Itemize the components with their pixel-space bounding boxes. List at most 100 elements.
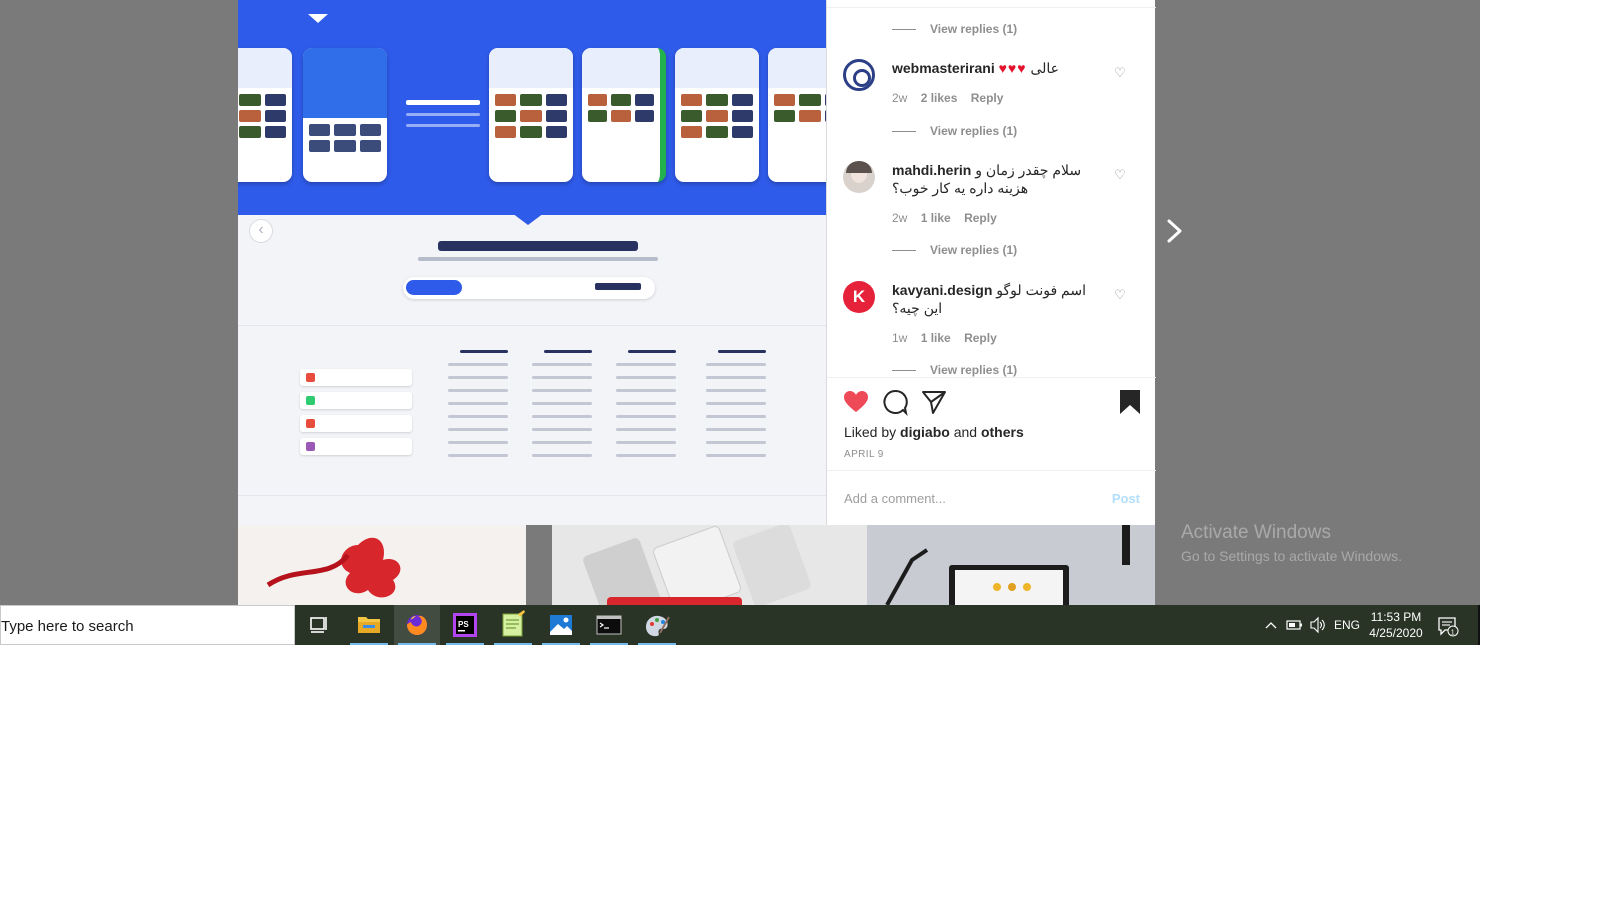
input-language[interactable]: ENG	[1334, 605, 1362, 645]
comments-list[interactable]: View replies (1) webmasterirani ♥♥♥ عالی…	[827, 0, 1156, 378]
comment-age[interactable]: 2w	[892, 91, 907, 105]
desktop-screen: ‹ View replies (1) webmasterirani ♥♥♥ عا…	[0, 0, 1480, 645]
link-card	[300, 438, 412, 455]
banner-notch	[308, 14, 328, 23]
command-prompt-icon[interactable]	[586, 605, 632, 645]
next-post-chevron-right-icon[interactable]	[1163, 216, 1187, 246]
comment-age[interactable]: 1w	[892, 331, 907, 345]
divider	[827, 7, 1156, 8]
notepad-plus-icon[interactable]	[490, 605, 536, 645]
post-actions	[827, 388, 1156, 418]
liked-by-and: and	[953, 424, 978, 440]
add-comment-bar: Add a comment... Post	[827, 470, 1156, 525]
liked-by: Liked by digiabo and others	[844, 424, 1024, 440]
reply-button[interactable]: Reply	[971, 91, 1004, 105]
taskbar-clock[interactable]: 11:53 PM 4/25/2020	[1364, 609, 1428, 641]
liked-by-others[interactable]: others	[981, 424, 1024, 440]
post-comment-button[interactable]: Post	[1112, 491, 1140, 506]
phpstorm-icon[interactable]: PS	[442, 605, 488, 645]
comment-username[interactable]: kavyani.design	[892, 282, 992, 298]
comment-username[interactable]: mahdi.herin	[892, 162, 971, 178]
link-card	[300, 415, 412, 432]
template-mockup	[582, 48, 666, 182]
view-replies-link[interactable]: View replies (1)	[892, 243, 1017, 259]
comment-like-heart-icon[interactable]: ♡	[1113, 168, 1127, 182]
activate-windows-watermark: Activate Windows Go to Settings to activ…	[1181, 522, 1402, 564]
add-comment-input[interactable]: Add a comment...	[844, 491, 946, 506]
slider-prev-button[interactable]: ‹	[249, 219, 273, 243]
comment-age[interactable]: 2w	[892, 211, 907, 225]
reply-button[interactable]: Reply	[964, 211, 997, 225]
firefox-icon[interactable]	[394, 605, 440, 645]
liked-by-prefix: Liked by	[844, 424, 897, 440]
template-mockup	[489, 48, 573, 182]
template-banner	[238, 0, 826, 225]
comment-username[interactable]: webmasterirani	[892, 60, 995, 76]
grid-post-thumbnail[interactable]	[238, 525, 526, 605]
footer-column	[706, 350, 766, 467]
comment-body: mahdi.herin سلام چقدر زمان و هزینه داره …	[892, 161, 1107, 197]
footer-divider	[238, 325, 826, 326]
view-replies-link[interactable]: View replies (1)	[892, 363, 1018, 377]
view-replies-link[interactable]: View replies (1)	[892, 22, 1017, 38]
consult-heading-shape	[438, 241, 638, 251]
comment-bubble-icon[interactable]	[881, 388, 909, 417]
post-comments-panel: View replies (1) webmasterirani ♥♥♥ عالی…	[826, 0, 1156, 525]
like-heart-icon[interactable]	[842, 388, 870, 416]
liked-by-user[interactable]: digiabo	[900, 424, 950, 440]
view-replies-link[interactable]: View replies (1)	[892, 124, 1017, 140]
taskbar-search-input[interactable]: Type here to search	[0, 605, 295, 645]
consult-subtext-shape	[418, 257, 658, 261]
comment-likes[interactable]: 1 like	[921, 211, 951, 225]
action-center-notification-icon[interactable]: 1	[1437, 615, 1459, 637]
clock-date: 4/25/2020	[1369, 626, 1423, 640]
reply-button[interactable]: Reply	[964, 331, 997, 345]
view-replies-label: View replies (1)	[930, 124, 1018, 138]
template-feature-block	[388, 40, 498, 180]
consult-submit-shape	[406, 280, 462, 295]
footer-column	[448, 350, 508, 467]
template-mockup	[303, 48, 387, 182]
heart-emoji-icon: ♥♥♥	[998, 60, 1027, 76]
post-image: ‹	[238, 0, 826, 525]
comment-like-heart-icon[interactable]: ♡	[1113, 288, 1127, 302]
battery-power-icon[interactable]	[1284, 605, 1304, 645]
running-indicator	[638, 643, 676, 645]
post-date[interactable]: APRIL 9	[844, 449, 884, 460]
paint-palette-icon[interactable]	[634, 605, 680, 645]
template-mockup	[238, 48, 292, 182]
file-explorer-icon[interactable]	[346, 605, 392, 645]
running-indicator	[590, 643, 628, 645]
view-replies-label: View replies (1)	[930, 363, 1018, 377]
running-indicator	[542, 643, 580, 645]
svg-text:PS: PS	[458, 620, 469, 629]
avatar[interactable]: K	[843, 281, 875, 313]
photos-icon[interactable]	[538, 605, 584, 645]
view-replies-label: View replies (1)	[930, 22, 1018, 36]
view-replies-label: View replies (1)	[930, 243, 1018, 257]
running-indicator	[398, 643, 436, 645]
running-indicator	[494, 643, 532, 645]
comment-like-heart-icon[interactable]: ♡	[1113, 66, 1127, 80]
link-card	[300, 369, 412, 386]
bookmark-icon[interactable]	[1116, 388, 1144, 416]
share-send-icon[interactable]	[920, 388, 948, 416]
search-placeholder: Type here to search	[1, 618, 134, 635]
show-hidden-icons-chevron-up-icon[interactable]	[1262, 605, 1280, 645]
avatar[interactable]	[843, 161, 875, 193]
task-view-icon[interactable]	[296, 605, 342, 645]
comment-meta: 1w 1 like Reply	[892, 331, 1007, 345]
avatar[interactable]	[843, 59, 875, 91]
comment-body: webmasterirani ♥♥♥ عالی	[892, 59, 1107, 77]
comment-likes[interactable]: 2 likes	[921, 91, 958, 105]
volume-speaker-icon[interactable]	[1308, 605, 1328, 645]
windows-taskbar: Type here to search PS ENG 11:53 PM 4/25…	[0, 605, 1480, 645]
comment-likes[interactable]: 1 like	[921, 331, 951, 345]
footer-column	[616, 350, 676, 467]
template-footer-bar	[238, 495, 826, 525]
grid-post-thumbnail[interactable]	[867, 525, 1155, 605]
comment-meta: 2w 1 like Reply	[892, 211, 1007, 225]
watermark-subtitle: Go to Settings to activate Windows.	[1181, 548, 1402, 564]
grid-post-thumbnail[interactable]	[552, 525, 867, 605]
comment-text: عالی	[1030, 60, 1059, 76]
